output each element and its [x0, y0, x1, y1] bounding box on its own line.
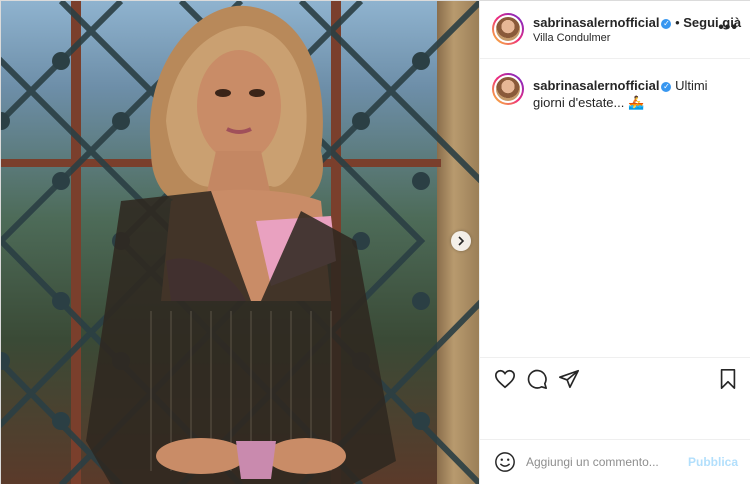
post-header: sabrinasalernofficial ✓ • Segui già Villa…	[480, 1, 750, 59]
verified-badge-icon: ✓	[661, 82, 672, 92]
comment-icon[interactable]	[526, 368, 548, 390]
post-photo[interactable]	[1, 1, 479, 484]
more-horizontal-icon[interactable]: •••	[718, 19, 738, 37]
caption-text-block: sabrinasalernofficial ✓ Ultimi giorni d'e…	[533, 77, 733, 111]
heart-icon[interactable]	[494, 368, 516, 390]
action-bar	[480, 357, 750, 397]
send-icon[interactable]	[558, 368, 580, 390]
header-user-line: sabrinasalernofficial ✓ • Segui già	[533, 15, 741, 30]
comment-input[interactable]	[526, 452, 686, 472]
chevron-right-icon	[458, 236, 465, 246]
username-link[interactable]: sabrinasalernofficial	[533, 15, 659, 30]
avatar-image	[494, 75, 522, 103]
post-comment-button[interactable]: Pubblica	[688, 455, 738, 469]
separator-dot: •	[675, 15, 680, 30]
post-modal: sabrinasalernofficial ✓ • Segui già Villa…	[0, 0, 750, 484]
caption-avatar[interactable]	[492, 73, 524, 105]
comment-bar: Pubblica	[480, 439, 750, 484]
location-link[interactable]: Villa Condulmer	[533, 32, 610, 44]
emoji-icon[interactable]	[494, 451, 516, 473]
caption-username-link[interactable]: sabrinasalernofficial	[533, 78, 659, 93]
verified-badge-icon: ✓	[661, 19, 672, 29]
post-side-panel: sabrinasalernofficial ✓ • Segui già Villa…	[479, 1, 750, 484]
avatar-image	[494, 15, 522, 43]
bookmark-icon[interactable]	[718, 368, 738, 390]
avatar[interactable]	[492, 13, 524, 45]
photo-subject	[86, 5, 396, 484]
next-photo-button[interactable]	[451, 231, 471, 251]
